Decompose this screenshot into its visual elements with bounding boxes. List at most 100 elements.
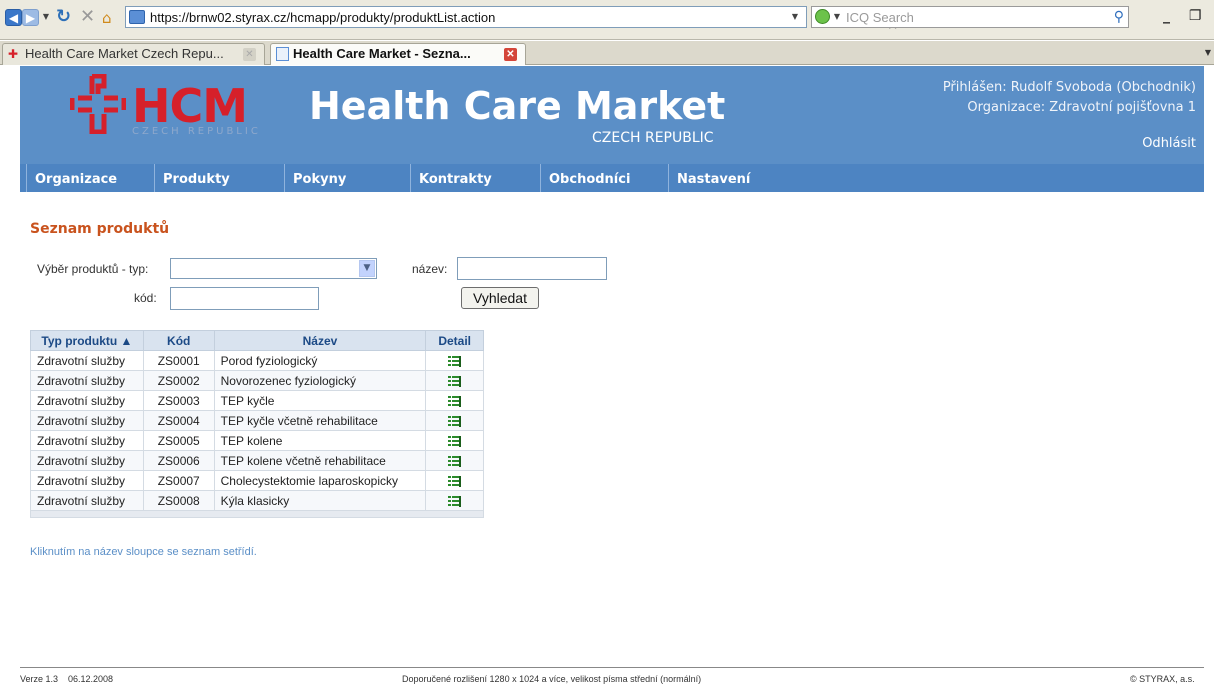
detail-list-icon[interactable] — [448, 475, 462, 487]
menu-item-obchodnici[interactable]: Obchodníci — [540, 164, 630, 192]
user-info: Přihlášen: Rudolf Svoboda (Obchodnik) Or… — [943, 78, 1196, 118]
menu-item-produkty[interactable]: Produkty — [154, 164, 230, 192]
cell-name: TEP kyčle včetně rehabilitace — [213, 410, 427, 431]
table-header-row: Typ produktu ▲ Kód Název Detail — [30, 330, 484, 351]
address-text: https://brnw02.styrax.cz/hcmapp/produkty… — [150, 10, 496, 25]
column-header-name[interactable]: Název — [213, 330, 427, 351]
cell-type: Zdravotní služby — [30, 350, 144, 371]
cell-type: Zdravotní služby — [30, 490, 144, 511]
cell-detail[interactable] — [425, 350, 484, 371]
sort-hint: Kliknutím na název sloupce se seznam set… — [30, 546, 257, 558]
cell-detail[interactable] — [425, 370, 484, 391]
close-icon[interactable]: ✕ — [243, 48, 256, 61]
name-input[interactable] — [457, 257, 607, 280]
cell-code: ZS0008 — [142, 490, 215, 511]
cell-detail[interactable] — [425, 450, 484, 471]
menu-item-kontrakty[interactable]: Kontrakty — [410, 164, 492, 192]
cell-code: ZS0006 — [142, 450, 215, 471]
code-input[interactable] — [170, 287, 319, 310]
cell-detail[interactable] — [425, 390, 484, 411]
cell-name: Kýla klasicky — [213, 490, 427, 511]
logo-subtitle: CZECH REPUBLIC — [132, 126, 261, 137]
type-select[interactable]: ▼ — [170, 258, 377, 279]
cell-name: TEP kolene včetně rehabilitace — [213, 450, 427, 471]
page-title: Seznam produktů — [30, 221, 170, 237]
site-subtitle: CZECH REPUBLIC — [592, 130, 714, 146]
products-table: Typ produktu ▲ Kód Název Detail Zdravotn… — [30, 330, 484, 511]
table-row: Zdravotní služby ZS0005 TEP kolene — [30, 430, 484, 451]
cell-detail[interactable] — [425, 470, 484, 491]
reload-icon[interactable]: ↻ — [56, 7, 71, 27]
detail-list-icon[interactable] — [448, 435, 462, 447]
table-row: Zdravotní služby ZS0004 TEP kyčle včetně… — [30, 410, 484, 431]
search-engine-icon[interactable] — [815, 9, 830, 24]
code-label: kód: — [134, 291, 157, 305]
tab-label: Health Care Market Czech Repu... — [25, 46, 224, 61]
table-row: Zdravotní služby ZS0001 Porod fyziologic… — [30, 350, 484, 371]
cell-code: ZS0002 — [142, 370, 215, 391]
cell-name: TEP kolene — [213, 430, 427, 451]
window-controls[interactable]: _ ❐ ✕ — [1163, 8, 1214, 24]
cell-code: ZS0004 — [142, 410, 215, 431]
logout-link[interactable]: Odhlásit — [1142, 136, 1196, 151]
detail-list-icon[interactable] — [448, 415, 462, 427]
stop-icon[interactable]: ✕ — [80, 7, 95, 27]
history-dropdown-icon[interactable]: ▼ — [41, 13, 51, 21]
table-footer — [30, 510, 484, 518]
tab-bar: ✚ Health Care Market Czech Repu... ✕ Hea… — [0, 41, 1214, 65]
column-header-code[interactable]: Kód — [142, 330, 215, 351]
search-placeholder: ICQ Search — [846, 10, 914, 25]
home-icon[interactable]: ⌂ — [102, 8, 112, 28]
chevron-down-icon[interactable]: ▼ — [359, 260, 375, 277]
type-label: Výběr produktů - typ: — [37, 262, 149, 276]
copyright-text: © STYRAX, a.s. — [1130, 674, 1195, 684]
page-favicon-icon — [276, 47, 289, 61]
tab-list-icon[interactable]: ▼ — [1205, 48, 1211, 57]
address-bar[interactable]: https://brnw02.styrax.cz/hcmapp/produkty… — [125, 6, 899, 33]
tab-inactive[interactable]: ✚ Health Care Market Czech Repu... ✕ — [2, 43, 265, 65]
header-banner: HCM CZECH REPUBLIC Health Care Market CZ… — [20, 66, 1204, 164]
browser-toolbar: ◀ ▶ ▼ ↻ ✕ ⌂ https://brnw02.styrax.cz/hcm… — [0, 0, 1214, 40]
table-row: Zdravotní služby ZS0008 Kýla klasicky — [30, 490, 484, 511]
cell-type: Zdravotní služby — [30, 390, 144, 411]
search-button[interactable]: Vyhledat — [461, 287, 539, 309]
cell-code: ZS0001 — [142, 350, 215, 371]
cell-type: Zdravotní služby — [30, 370, 144, 391]
menu-item-nastaveni[interactable]: Nastavení — [668, 164, 750, 192]
logged-user: Přihlášen: Rudolf Svoboda (Obchodnik) — [942, 80, 1196, 95]
detail-list-icon[interactable] — [448, 355, 462, 367]
cell-name: TEP kyčle — [213, 390, 427, 411]
column-header-detail: Detail — [425, 330, 484, 351]
cell-detail[interactable] — [425, 410, 484, 431]
cross-favicon-icon: ✚ — [8, 47, 19, 61]
search-box[interactable]: ▼ ICQ Search ⚲ — [811, 6, 1129, 28]
menu-item-organizace[interactable]: Organizace — [26, 164, 117, 192]
url-dropdown-icon[interactable]: ▼ — [790, 13, 800, 21]
column-header-type[interactable]: Typ produktu ▲ — [30, 330, 144, 351]
tab-active[interactable]: Health Care Market - Sezna... ✕ — [270, 43, 526, 65]
table-row: Zdravotní služby ZS0003 TEP kyčle — [30, 390, 484, 411]
cell-name: Porod fyziologický — [213, 350, 427, 371]
cell-type: Zdravotní služby — [30, 450, 144, 471]
hcm-cross-logo-icon — [70, 74, 126, 134]
forward-arrow-icon[interactable]: ▶ — [22, 9, 39, 26]
detail-list-icon[interactable] — [448, 495, 462, 507]
close-icon[interactable]: ✕ — [504, 48, 517, 61]
tab-label: Health Care Market - Sezna... — [293, 46, 471, 61]
cell-detail[interactable] — [425, 430, 484, 451]
cell-code: ZS0003 — [142, 390, 215, 411]
back-arrow-icon[interactable]: ◀ — [5, 9, 22, 26]
cell-type: Zdravotní služby — [30, 410, 144, 431]
logo-text: HCM — [132, 79, 248, 133]
detail-list-icon[interactable] — [448, 375, 462, 387]
detail-list-icon[interactable] — [448, 395, 462, 407]
cell-detail[interactable] — [425, 490, 484, 511]
cell-type: Zdravotní služby — [30, 430, 144, 451]
cell-code: ZS0005 — [142, 430, 215, 451]
engine-dropdown-icon[interactable]: ▼ — [832, 13, 842, 21]
menu-item-pokyny[interactable]: Pokyny — [284, 164, 346, 192]
footer-divider — [20, 667, 1204, 668]
search-icon[interactable]: ⚲ — [1114, 9, 1124, 25]
resolution-note: Doporučené rozlišení 1280 x 1024 a více,… — [402, 674, 702, 684]
detail-list-icon[interactable] — [448, 455, 462, 467]
